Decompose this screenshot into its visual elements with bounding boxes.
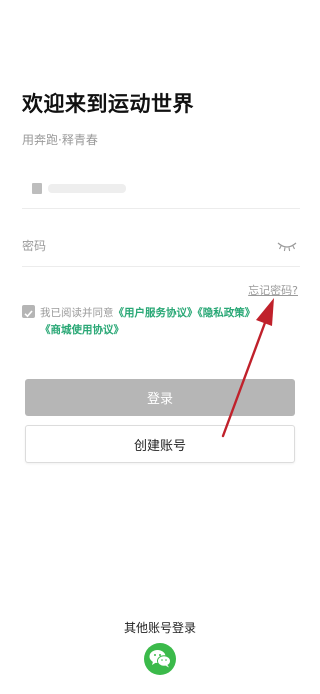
forgot-password-link[interactable]: 忘记密码? [248,282,298,298]
wechat-login-button[interactable] [144,643,176,675]
agreement-text: 我已阅读并同意《用户服务协议》《隐私政策》《商城使用协议》 [40,305,300,339]
create-account-button[interactable]: 创建账号 [25,425,295,463]
agreement-prefix: 我已阅读并同意 [40,307,114,319]
other-login-label: 其他账号登录 [123,621,196,635]
user-service-agreement-link[interactable]: 《用户服务协议》 [114,307,198,319]
account-field[interactable] [22,168,300,209]
page-subtitle: 用奔跑·释青春 [22,133,98,147]
mall-agreement-link[interactable]: 《商城使用协议》 [40,324,124,336]
eye-closed-icon[interactable] [276,238,298,252]
agreement-checkbox[interactable] [22,305,35,318]
password-field-container [22,226,300,267]
masked-account-value [32,182,128,194]
password-input[interactable] [22,234,262,258]
check-icon [24,310,33,318]
login-button[interactable]: 登录 [25,379,295,416]
page-title: 欢迎来到运动世界 [22,92,194,116]
wechat-icon [149,650,171,668]
privacy-policy-link[interactable]: 《隐私政策》 [198,307,256,319]
